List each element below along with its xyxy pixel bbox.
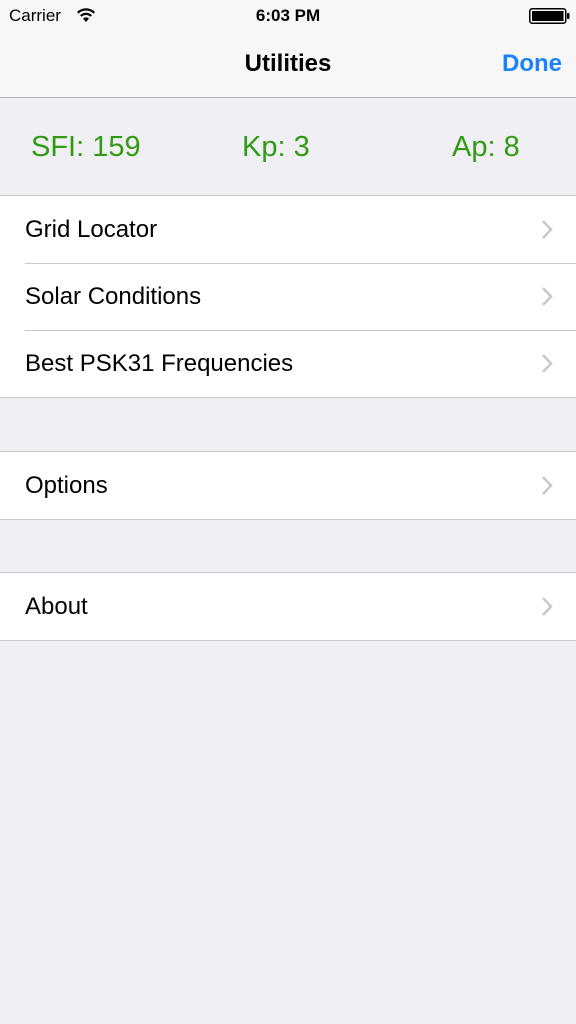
chevron-right-icon: [542, 597, 553, 616]
ap-value: Ap: 8: [452, 131, 520, 163]
solar-stats-bar: SFI: 159 Kp: 3 Ap: 8: [0, 98, 576, 196]
status-time: 6:03 PM: [255, 6, 321, 25]
about-cell[interactable]: About: [0, 573, 576, 640]
nav-title: Utilities: [244, 50, 332, 77]
best-psk31-frequencies-cell[interactable]: Best PSK31 Frequencies: [0, 330, 576, 397]
options-label: Options: [25, 472, 108, 499]
top-bar: Carrier 6:03 PM Utilities Done: [0, 0, 576, 98]
chevron-right-icon: [542, 220, 553, 239]
solar-conditions-label: Solar Conditions: [25, 283, 202, 310]
kp-value: Kp: 3: [242, 131, 310, 163]
sfi-value: SFI: 159: [31, 131, 141, 163]
chevron-right-icon: [542, 354, 553, 373]
utilities-group: Grid Locator Solar Conditions Best PSK31…: [0, 195, 576, 398]
chevron-right-icon: [542, 287, 553, 306]
done-button[interactable]: Done: [502, 48, 562, 80]
about-label: About: [25, 593, 88, 620]
best-psk31-frequencies-label: Best PSK31 Frequencies: [25, 350, 294, 377]
grid-locator-cell[interactable]: Grid Locator: [0, 196, 576, 263]
solar-conditions-cell[interactable]: Solar Conditions: [0, 263, 576, 330]
chevron-right-icon: [542, 476, 553, 495]
about-group: About: [0, 572, 576, 641]
battery-icon: [529, 8, 570, 24]
grid-locator-label: Grid Locator: [25, 216, 158, 243]
options-cell[interactable]: Options: [0, 452, 576, 519]
options-group: Options: [0, 451, 576, 520]
